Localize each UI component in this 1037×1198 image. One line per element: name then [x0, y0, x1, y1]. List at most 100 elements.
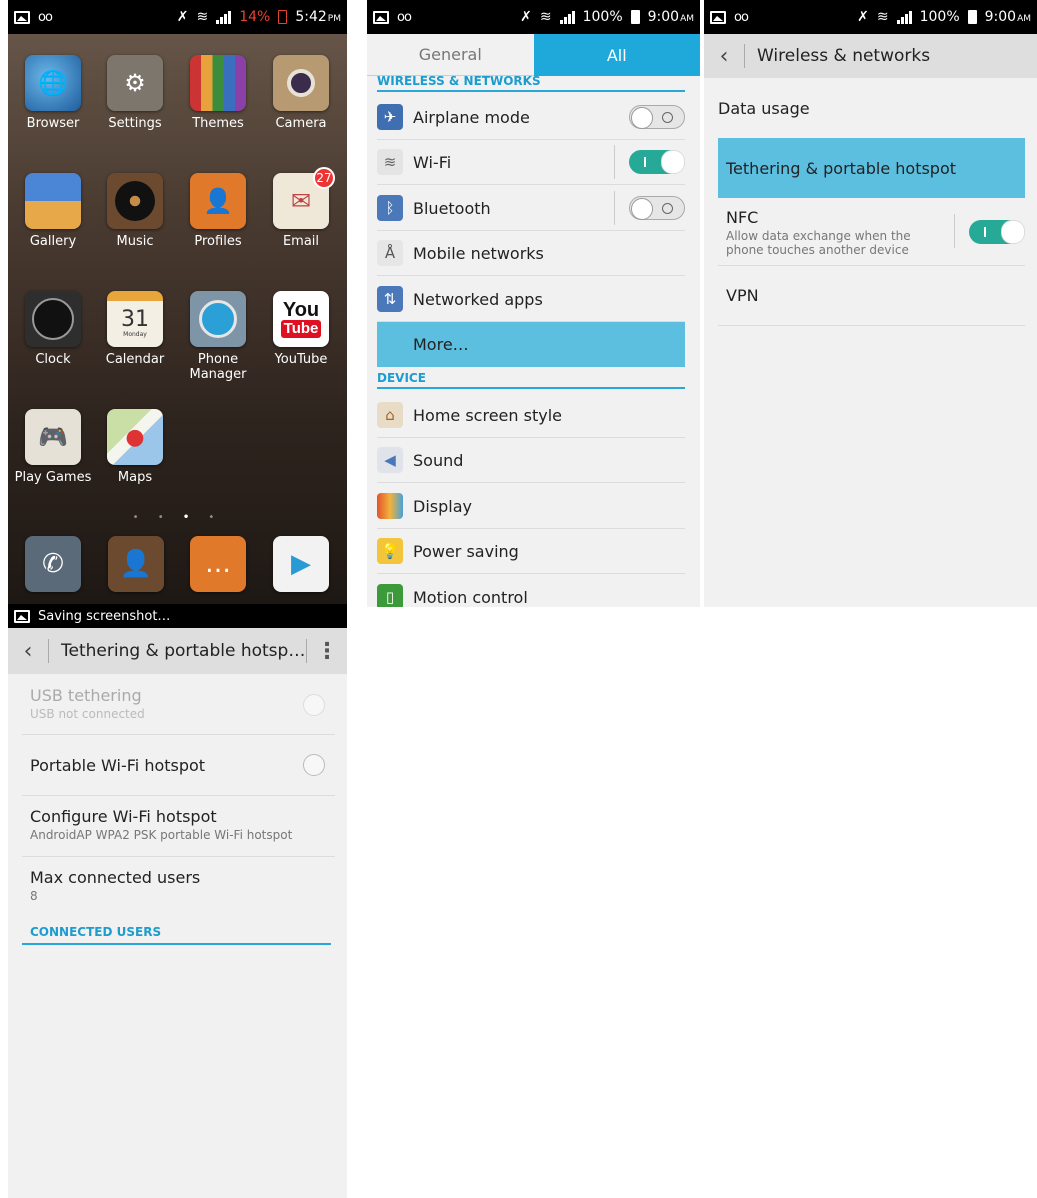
row-label: Wi-Fi — [413, 152, 452, 172]
app-label: Email — [282, 234, 320, 249]
page-indicator: • • • • — [132, 512, 223, 523]
play-store-icon[interactable]: ▶ — [273, 536, 329, 592]
app-label: Settings — [108, 116, 162, 131]
divider — [744, 44, 745, 68]
overflow-menu-icon[interactable]: ⋮ — [307, 639, 347, 664]
portable-hotspot-checkbox[interactable] — [303, 754, 325, 776]
app-label: Gallery — [29, 234, 77, 249]
app-browser[interactable]: 🌐 Browser — [13, 55, 93, 131]
app-label: Profiles — [194, 234, 242, 249]
nfc-toggle[interactable] — [969, 220, 1025, 244]
networked-apps-row[interactable]: ⇅ Networked apps — [377, 277, 685, 322]
airplane-mode-row[interactable]: ✈ Airplane mode — [377, 95, 685, 140]
row-label: Bluetooth — [413, 198, 491, 218]
display-row[interactable]: Display — [377, 484, 685, 529]
screenshot-icon — [14, 10, 30, 24]
camera-icon — [273, 55, 329, 111]
usb-tethering-checkbox — [303, 694, 325, 716]
usb-tethering-item: USB tethering USB not connected — [22, 676, 335, 735]
section-connected-users: CONNECTED USERS — [22, 925, 331, 945]
youtube-text-tube: Tube — [280, 320, 322, 338]
app-phone-manager[interactable]: Phone Manager — [178, 291, 258, 382]
item-title: Tethering & portable hotspot — [726, 158, 957, 178]
bluetooth-row[interactable]: ᛒ Bluetooth — [377, 186, 685, 231]
tethering-item[interactable]: Tethering & portable hotspot — [718, 138, 1025, 198]
home-screen-style-row[interactable]: ⌂ Home screen style — [377, 393, 685, 438]
page-title: Tethering & portable hotsp… — [61, 641, 306, 661]
row-label: Sound — [413, 450, 464, 470]
portable-hotspot-item[interactable]: Portable Wi-Fi hotspot — [22, 735, 335, 796]
screenshot-icon — [373, 10, 389, 24]
phone-icon[interactable]: ✆ — [25, 536, 81, 592]
back-chevron-icon[interactable]: ‹ — [8, 639, 48, 664]
mute-icon: ✗ — [857, 9, 869, 25]
sound-row[interactable]: ◀ Sound — [377, 438, 685, 483]
tab-general[interactable]: General — [367, 34, 534, 76]
antenna-icon: Å — [377, 240, 403, 266]
action-bar: ‹ Tethering & portable hotsp… ⋮ — [8, 628, 347, 674]
back-chevron-icon[interactable]: ‹ — [704, 44, 744, 69]
screenshot-icon — [14, 609, 30, 623]
voicemail-icon: oo — [38, 9, 53, 25]
wifi-icon: ≋ — [377, 149, 403, 175]
voicemail-icon: oo — [734, 9, 749, 25]
app-gallery[interactable]: Gallery — [13, 173, 93, 249]
gauge-icon — [190, 291, 246, 347]
clock-time: 5:42 — [295, 9, 327, 25]
page-title: Wireless & networks — [757, 46, 931, 66]
app-youtube[interactable]: You Tube YouTube — [261, 291, 341, 367]
airplane-mode-toggle[interactable] — [629, 105, 685, 129]
app-maps[interactable]: ● Maps — [95, 409, 175, 485]
signal-icon — [896, 10, 912, 24]
tab-all[interactable]: All — [533, 34, 700, 76]
configure-hotspot-item[interactable]: Configure Wi-Fi hotspot AndroidAP WPA2 P… — [22, 796, 335, 857]
divider — [48, 639, 49, 663]
clock-icon — [25, 291, 81, 347]
calendar-weekday: Monday — [123, 331, 147, 338]
row-label: Airplane mode — [413, 107, 530, 127]
battery-percent: 100% — [919, 9, 960, 25]
nfc-item[interactable]: NFC Allow data exchange when the phone t… — [718, 198, 1025, 266]
data-usage-item[interactable]: Data usage — [718, 78, 1025, 138]
contacts-icon[interactable]: 👤 — [108, 536, 164, 592]
settings-screen: oo ✗ ≋ 100% 9:00AM General All WIRELESS … — [367, 0, 700, 607]
calendar-date: 31 — [121, 307, 149, 332]
row-label: Display — [413, 496, 472, 516]
wifi-status-icon: ≋ — [876, 9, 889, 25]
airplane-icon: ✈ — [377, 104, 403, 130]
app-email[interactable]: ✉ 27 Email — [261, 167, 341, 249]
battery-icon — [967, 10, 977, 24]
app-clock[interactable]: Clock — [13, 291, 93, 367]
globe-icon: 🌐 — [25, 55, 81, 111]
item-subtitle: USB not connected — [30, 707, 145, 721]
app-themes[interactable]: Themes — [178, 55, 258, 131]
vinyl-icon — [107, 173, 163, 229]
bluetooth-icon: ᛒ — [377, 195, 403, 221]
motion-icon: ▯ — [377, 584, 403, 607]
vpn-item[interactable]: VPN — [718, 266, 1025, 326]
app-settings[interactable]: ⚙ Settings — [95, 55, 175, 131]
app-calendar[interactable]: 31 Monday Calendar — [95, 291, 175, 367]
mute-icon: ✗ — [520, 9, 532, 25]
wifi-row[interactable]: ≋ Wi-Fi — [377, 140, 685, 185]
app-label: Calendar — [105, 352, 165, 367]
power-saving-row[interactable]: 💡 Power saving — [377, 529, 685, 574]
dock: ✆ 👤 … ▶ — [8, 536, 347, 604]
more-row[interactable]: More… — [377, 322, 685, 367]
wifi-toggle[interactable] — [629, 150, 685, 174]
networked-apps-icon: ⇅ — [377, 286, 403, 312]
app-play-games[interactable]: 🎮 Play Games — [13, 409, 93, 485]
app-music[interactable]: Music — [95, 173, 175, 249]
clock-ampm: AM — [680, 14, 694, 24]
motion-control-row[interactable]: ▯ Motion control — [377, 575, 685, 607]
app-label: Browser — [26, 116, 80, 131]
section-device: DEVICE — [377, 371, 685, 389]
app-camera[interactable]: Camera — [261, 55, 341, 131]
messages-icon[interactable]: … — [190, 536, 246, 592]
item-title: USB tethering — [30, 686, 142, 705]
max-users-item[interactable]: Max connected users 8 — [22, 857, 335, 917]
bluetooth-toggle[interactable] — [629, 196, 685, 220]
divider — [614, 191, 615, 225]
mobile-networks-row[interactable]: Å Mobile networks — [377, 231, 685, 276]
app-profiles[interactable]: 👤 Profiles — [178, 173, 258, 249]
